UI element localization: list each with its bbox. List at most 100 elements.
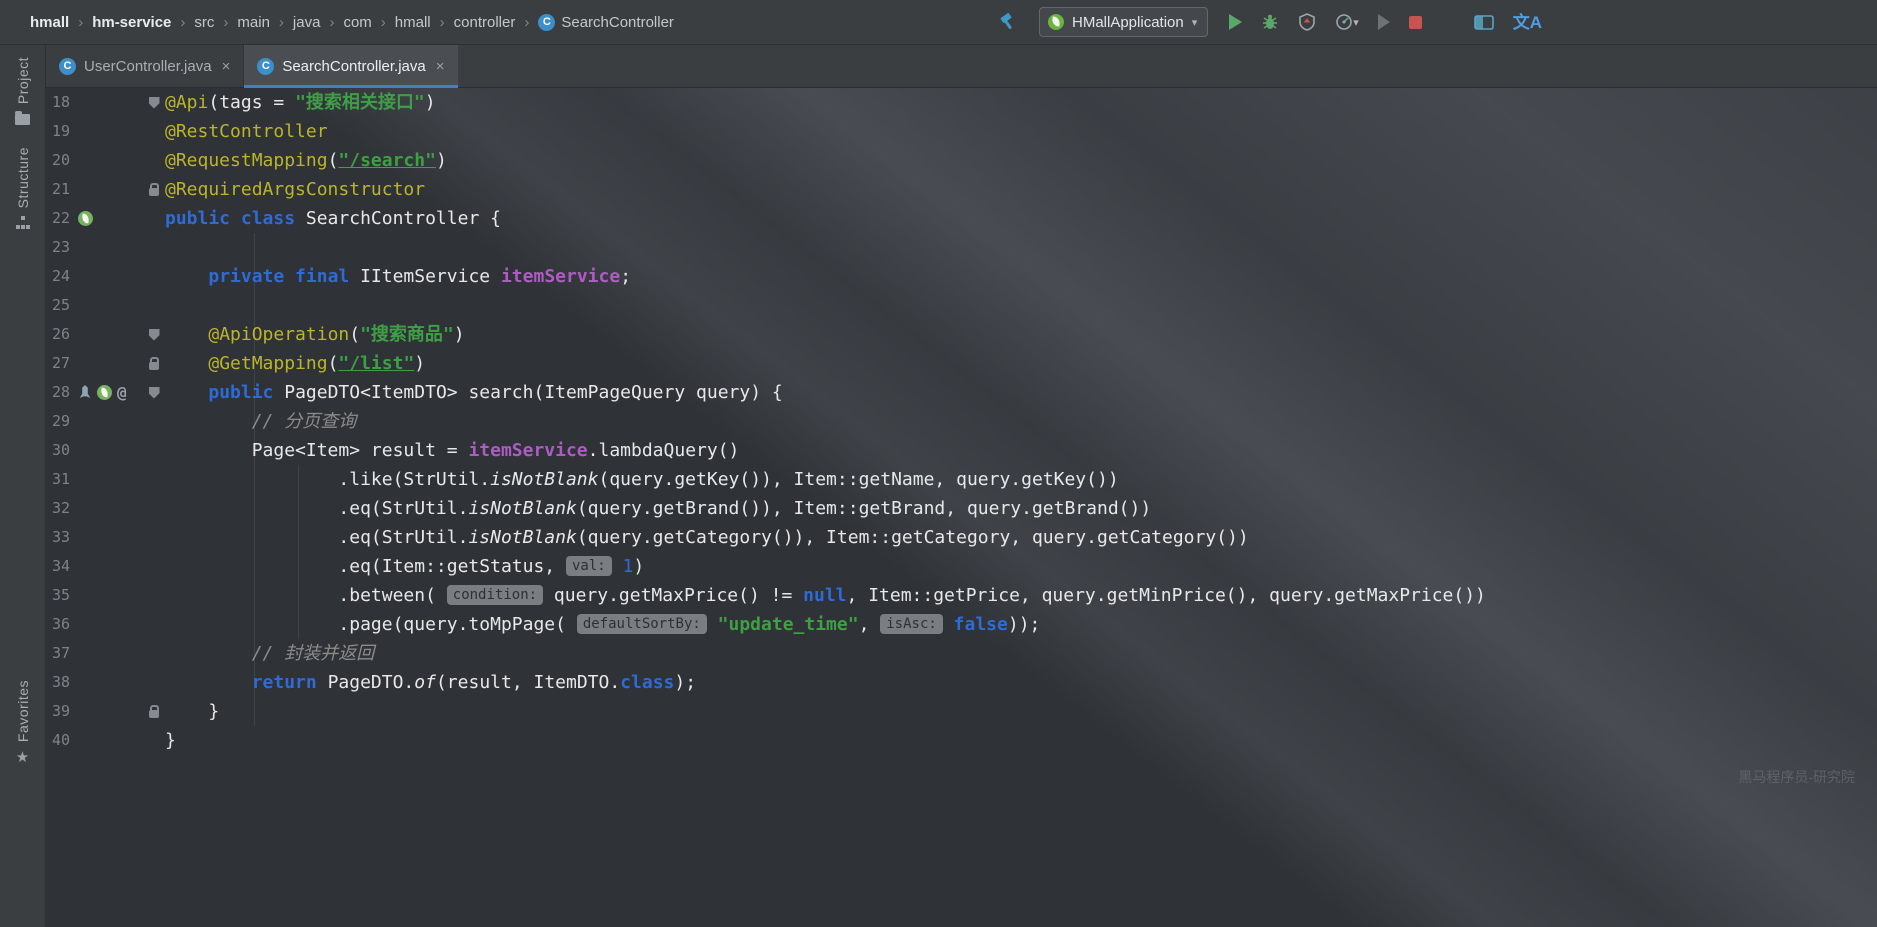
run-button[interactable]	[1227, 12, 1244, 32]
code-line[interactable]: 23	[46, 233, 1877, 262]
breadcrumb-item-java[interactable]: java	[293, 14, 321, 31]
breadcrumb-item-searchcontroller[interactable]: SearchController	[538, 14, 674, 31]
breadcrumb-label: java	[293, 14, 321, 31]
token: (result, ItemDTO.	[436, 672, 620, 693]
line-number[interactable]: 25	[46, 291, 70, 320]
spring-bean-icon[interactable]	[97, 385, 112, 400]
fold-lock-icon[interactable]	[149, 188, 159, 196]
token: "搜索商品"	[360, 324, 454, 345]
code-line[interactable]: 40}	[46, 726, 1877, 755]
stripe-button-project[interactable]: Project	[15, 57, 31, 125]
build-button[interactable]	[996, 10, 1020, 34]
code-line[interactable]: 19@RestController	[46, 117, 1877, 146]
rerun-button[interactable]	[1376, 12, 1392, 32]
fold-column	[146, 349, 162, 378]
code-line[interactable]: 35 .between( condition: query.getMaxPric…	[46, 581, 1877, 610]
code-line[interactable]: 38 return PageDTO.of(result, ItemDTO.cla…	[46, 668, 1877, 697]
tab-searchcontroller.java[interactable]: SearchController.java×	[244, 45, 458, 87]
code-line[interactable]: 24 private final IItemService itemServic…	[46, 262, 1877, 291]
line-number[interactable]: 35	[46, 581, 70, 610]
gutter	[70, 407, 146, 436]
breadcrumb-separator: ›	[78, 14, 83, 31]
tab-usercontroller.java[interactable]: UserController.java×	[46, 45, 244, 87]
token: (tags =	[208, 92, 295, 113]
code-line[interactable]: 30 Page<Item> result = itemService.lambd…	[46, 436, 1877, 465]
line-number[interactable]: 31	[46, 465, 70, 494]
line-number[interactable]: 28	[46, 378, 70, 407]
line-number[interactable]: 32	[46, 494, 70, 523]
fold-marker-icon[interactable]	[149, 97, 160, 109]
code-line[interactable]: 28@ public PageDTO<ItemDTO> search(ItemP…	[46, 378, 1877, 407]
line-number[interactable]: 18	[46, 88, 70, 117]
translate-button[interactable]: 文A	[1511, 12, 1544, 33]
code-line[interactable]: 18@Api(tags = "搜索相关接口")	[46, 88, 1877, 117]
breadcrumb-separator: ›	[223, 14, 228, 31]
line-number[interactable]: 33	[46, 523, 70, 552]
fold-lock-icon[interactable]	[149, 362, 159, 370]
code-line[interactable]: 39 }	[46, 697, 1877, 726]
code-line[interactable]: 29 // 分页查询	[46, 407, 1877, 436]
debug-button[interactable]	[1259, 11, 1281, 33]
code-line[interactable]: 22public class SearchController {	[46, 204, 1877, 233]
line-number[interactable]: 26	[46, 320, 70, 349]
line-number[interactable]: 40	[46, 726, 70, 755]
close-icon[interactable]: ×	[436, 58, 445, 75]
line-number[interactable]: 36	[46, 610, 70, 639]
token: "/list"	[338, 353, 414, 374]
code-line[interactable]: 27 @GetMapping("/list")	[46, 349, 1877, 378]
code-line[interactable]: 37 // 封装并返回	[46, 639, 1877, 668]
breadcrumb-label: hm-service	[92, 14, 171, 31]
stripe-button-structure[interactable]: Structure	[15, 147, 31, 230]
code-line[interactable]: 25	[46, 291, 1877, 320]
line-number[interactable]: 20	[46, 146, 70, 175]
line-number[interactable]: 30	[46, 436, 70, 465]
breadcrumb-label: hmall	[30, 14, 69, 31]
at-icon[interactable]: @	[117, 385, 127, 401]
code-line[interactable]: 31 .like(StrUtil.isNotBlank(query.getKey…	[46, 465, 1877, 494]
class-icon	[257, 58, 274, 75]
breadcrumb-item-hmall[interactable]: hmall	[395, 14, 431, 31]
fold-lock-icon[interactable]	[149, 710, 159, 718]
line-number[interactable]: 21	[46, 175, 70, 204]
line-number[interactable]: 34	[46, 552, 70, 581]
token: )	[436, 150, 447, 171]
stripe-button-favorites[interactable]: Favorites★	[15, 680, 31, 765]
code-line[interactable]: 20@RequestMapping("/search")	[46, 146, 1877, 175]
code-line[interactable]: 26 @ApiOperation("搜索商品")	[46, 320, 1877, 349]
line-number[interactable]: 39	[46, 697, 70, 726]
line-number[interactable]: 19	[46, 117, 70, 146]
gutter	[70, 697, 146, 726]
code-line[interactable]: 36 .page(query.toMpPage( defaultSortBy: …	[46, 610, 1877, 639]
breadcrumb-item-controller[interactable]: controller	[454, 14, 516, 31]
line-number[interactable]: 27	[46, 349, 70, 378]
line-number[interactable]: 38	[46, 668, 70, 697]
line-number[interactable]: 22	[46, 204, 70, 233]
breadcrumb-item-hmall[interactable]: hmall	[30, 14, 69, 31]
close-icon[interactable]: ×	[222, 58, 231, 75]
profiler-gauge-icon	[1335, 13, 1353, 31]
breadcrumb-item-src[interactable]: src	[194, 14, 214, 31]
breadcrumb-item-main[interactable]: main	[237, 14, 270, 31]
coverage-button[interactable]	[1296, 11, 1318, 33]
profiler-button[interactable]: ▾	[1333, 11, 1361, 33]
tool-window-button[interactable]	[1472, 11, 1496, 33]
line-number[interactable]: 24	[46, 262, 70, 291]
editor[interactable]: 18@Api(tags = "搜索相关接口")19@RestController…	[46, 88, 1877, 927]
run-config-select[interactable]: HMallApplication ▾	[1039, 7, 1208, 37]
spring-bean-icon[interactable]	[78, 211, 93, 226]
line-number[interactable]: 37	[46, 639, 70, 668]
line-number[interactable]: 29	[46, 407, 70, 436]
line-number[interactable]: 23	[46, 233, 70, 262]
code-line[interactable]: 33 .eq(StrUtil.isNotBlank(query.getCateg…	[46, 523, 1877, 552]
fold-marker-icon[interactable]	[149, 387, 160, 399]
gutter	[70, 146, 146, 175]
code-line[interactable]: 32 .eq(StrUtil.isNotBlank(query.getBrand…	[46, 494, 1877, 523]
breadcrumb-item-com[interactable]: com	[343, 14, 371, 31]
stripe-top-group: Project Structure	[15, 57, 31, 252]
code-line[interactable]: 34 .eq(Item::getStatus, val: 1)	[46, 552, 1877, 581]
code-line[interactable]: 21@RequiredArgsConstructor	[46, 175, 1877, 204]
stop-button[interactable]	[1407, 14, 1424, 31]
breadcrumb-item-hm-service[interactable]: hm-service	[92, 14, 171, 31]
endpoint-rocket-icon[interactable]	[78, 385, 92, 400]
fold-marker-icon[interactable]	[149, 329, 160, 341]
